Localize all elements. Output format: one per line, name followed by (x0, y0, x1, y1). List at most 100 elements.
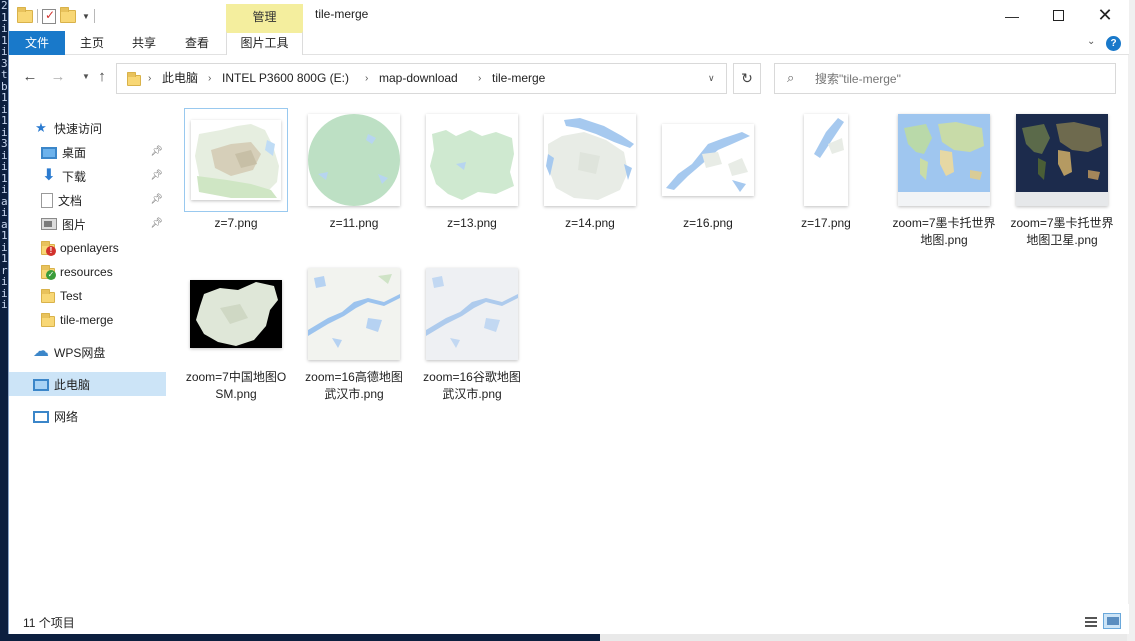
nav-item-label: Test (60, 289, 83, 303)
maximize-icon (1052, 10, 1064, 21)
breadcrumb-this-pc[interactable]: 此电脑 (162, 64, 198, 93)
file-item[interactable]: z=17.png (774, 108, 878, 236)
nav-item-tile-merge[interactable]: tile-merge (9, 308, 166, 332)
thumbnail (184, 262, 288, 366)
file-item[interactable]: z=14.png (538, 108, 642, 236)
navigation-pane: ★ 快速访问 桌面 📌︎ ⬇ 下载 📌︎ 文档 📌︎ 图片 📌︎ ! openl… (9, 108, 166, 604)
pin-icon[interactable]: 📌︎ (150, 146, 163, 157)
nav-item-label: openlayers (60, 241, 119, 255)
minimize-button[interactable]: — (989, 0, 1035, 31)
forward-button[interactable]: → (49, 67, 67, 87)
nav-item-label: 此电脑 (54, 377, 91, 392)
file-item[interactable]: zoom=16高德地图武汉市.png (302, 262, 406, 401)
thumbnail (302, 108, 406, 212)
nav-item-label: 图片 (62, 217, 87, 232)
file-explorer-window: ▼ 管理 tile-merge — ✕ 文件 主页 共享 查看 图片工具 ⌄ ?… (8, 0, 1129, 634)
maximize-button[interactable] (1035, 0, 1081, 31)
file-list: z=7.png z=11.png z=13.png z=14.png z=16.… (174, 98, 1129, 604)
document-icon (41, 192, 53, 208)
tab-home[interactable]: 主页 (67, 31, 117, 55)
breadcrumb-tile-merge[interactable]: tile-merge (492, 64, 545, 93)
details-view-button[interactable] (1081, 613, 1099, 629)
background-terminal-char: i (1, 206, 8, 219)
large-icons-view-button[interactable] (1103, 613, 1121, 629)
file-item[interactable]: z=11.png (302, 108, 406, 236)
background-terminal-char: i (1, 298, 8, 311)
background-terminal-char: 2 (1, 0, 8, 12)
file-item[interactable]: z=16.png (656, 108, 760, 236)
background-terminal-char: i (1, 275, 8, 288)
nav-item-label: resources (60, 265, 113, 279)
title-bar: ▼ 管理 tile-merge — ✕ (9, 0, 1129, 31)
nav-item-downloads[interactable]: ⬇ 下载 📌︎ (9, 164, 166, 188)
tab-view[interactable]: 查看 (172, 31, 222, 55)
breadcrumb-separator-icon[interactable]: › (208, 64, 211, 93)
background-terminal-strip: 21i1i3tb1i1i3ii1iaia1i1riii (0, 0, 8, 641)
large-icons-view-icon (1107, 617, 1119, 625)
file-name: zoom=16高德地图武汉市.png (305, 370, 403, 401)
nav-quick-access[interactable]: ★ 快速访问 (9, 116, 166, 140)
folder-icon: ! (41, 241, 56, 256)
thumbnail (420, 108, 524, 212)
nav-wps-cloud[interactable]: ☁ WPS网盘 (9, 340, 166, 364)
nav-this-pc[interactable]: 此电脑 (9, 372, 166, 396)
breadcrumb-separator-icon[interactable]: › (148, 64, 151, 93)
cloud-icon: ☁ (33, 343, 49, 360)
file-name: z=16.png (683, 216, 733, 230)
pin-icon[interactable]: 📌︎ (150, 170, 163, 181)
thumbnail (302, 262, 406, 366)
customize-toolbar-chevron-icon[interactable]: ▼ (82, 12, 90, 21)
breadcrumb-drive[interactable]: INTEL P3600 800G (E:) (222, 64, 349, 93)
address-history-chevron-icon[interactable]: ∨ (708, 64, 715, 93)
file-item[interactable]: zoom=16谷歌地图武汉市.png (420, 262, 524, 401)
pin-icon[interactable]: 📌︎ (150, 218, 163, 229)
new-folder-icon[interactable] (60, 6, 76, 23)
background-terminal-char: 1 (1, 252, 8, 265)
nav-item-resources[interactable]: ✓ resources (9, 260, 166, 284)
details-view-icon (1085, 617, 1097, 619)
pin-icon[interactable]: 📌︎ (150, 194, 163, 205)
desktop-icon (41, 146, 57, 159)
close-button[interactable]: ✕ (1082, 0, 1128, 31)
back-button[interactable]: ← (21, 67, 39, 87)
file-name: zoom=7墨卡托世界地图卫星.png (1010, 216, 1114, 247)
help-icon[interactable]: ? (1106, 36, 1121, 51)
expand-ribbon-chevron-icon[interactable]: ⌄ (1087, 36, 1095, 47)
nav-item-pictures[interactable]: 图片 📌︎ (9, 212, 166, 236)
file-item[interactable]: zoom=7墨卡托世界地图卫星.png (1010, 108, 1114, 253)
tab-picture-tools[interactable]: 图片工具 (226, 31, 303, 55)
address-bar[interactable]: › 此电脑 › INTEL P3600 800G (E:) › map-down… (116, 63, 727, 94)
search-input[interactable] (815, 70, 1105, 87)
file-name: z=11.png (329, 216, 379, 230)
pictures-icon (41, 218, 57, 230)
file-item[interactable]: z=13.png (420, 108, 524, 236)
file-name: z=7.png (214, 216, 258, 230)
chevron-down-icon: ▼ (82, 72, 90, 81)
file-item[interactable]: z=7.png (184, 108, 288, 236)
file-item[interactable]: zoom=7中国地图OSM.png (184, 262, 288, 401)
properties-icon[interactable] (42, 8, 56, 24)
nav-item-openlayers[interactable]: ! openlayers (9, 236, 166, 260)
background-taskbar-strip (0, 634, 1135, 641)
thumbnail (1010, 108, 1114, 212)
refresh-button[interactable]: ↻ (733, 63, 761, 94)
thumbnail (538, 108, 642, 212)
search-box[interactable]: ⌕ (774, 63, 1116, 94)
file-name: zoom=7中国地图OSM.png (185, 370, 287, 401)
tab-file[interactable]: 文件 (9, 31, 65, 55)
thumbnail (774, 108, 878, 212)
up-button[interactable]: ↑ (93, 67, 111, 87)
breadcrumb-map-download[interactable]: map-download (379, 64, 458, 93)
breadcrumb-separator-icon[interactable]: › (478, 64, 481, 93)
nav-network[interactable]: 网络 (9, 404, 166, 428)
nav-item-desktop[interactable]: 桌面 📌︎ (9, 140, 166, 164)
nav-item-test[interactable]: Test (9, 284, 166, 308)
navigation-bar: ← → ▼ ↑ › 此电脑 › INTEL P3600 800G (E:) › … (9, 56, 1129, 98)
folder-icon (17, 6, 33, 23)
nav-item-documents[interactable]: 文档 📌︎ (9, 188, 166, 212)
background-terminal-char: i (1, 22, 8, 35)
breadcrumb-separator-icon[interactable]: › (365, 64, 368, 93)
file-item[interactable]: zoom=7墨卡托世界地图.png (892, 108, 996, 247)
tab-share[interactable]: 共享 (119, 31, 169, 55)
folder-icon (41, 289, 55, 303)
